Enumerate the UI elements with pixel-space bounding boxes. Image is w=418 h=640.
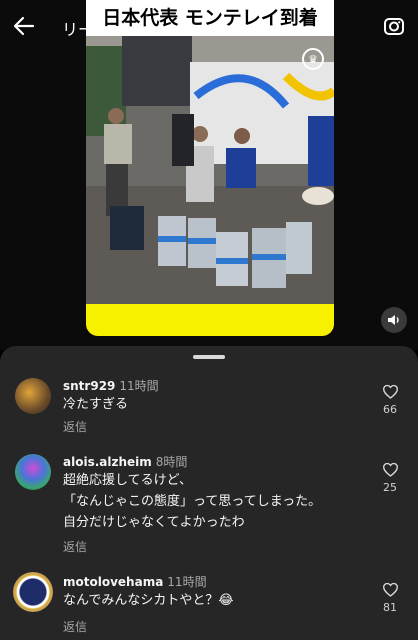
comment-text: 冷たすぎる [63,397,129,412]
video-thumbnail[interactable]: 日本代表 モンテレイ到着 ♛ [86,0,334,336]
arrow-left-icon [13,16,35,36]
like-count: 25 [383,481,397,494]
avatar[interactable] [15,454,51,490]
reply-button[interactable]: 返信 [63,418,87,435]
like-button[interactable]: 66 [378,384,402,416]
avatar[interactable] [13,572,53,612]
video-scene [86,36,334,304]
heart-icon [382,384,398,399]
reel-badge-icon: ♛ [302,48,324,70]
camera-button[interactable] [378,10,410,42]
comment-time: 11時間 [167,575,207,589]
comment-text: 超絶応援してるけど、 「なんじゃこの態度」って思ってしまった。 自分だけじゃなく… [63,473,322,530]
speaker-icon [388,315,399,325]
avatar[interactable] [15,378,51,414]
back-button[interactable] [8,10,40,42]
comment-time: 8時間 [155,455,188,469]
like-count: 66 [383,403,397,416]
comment-username[interactable]: sntr929 [63,379,115,393]
like-count: 81 [383,601,397,614]
drag-handle[interactable] [193,355,225,359]
reel-player-area: リー 日本代表 モンテレイ到着 ♛ [0,0,418,350]
like-button[interactable]: 81 [378,582,402,614]
reply-button[interactable]: 返信 [63,618,87,635]
mute-toggle[interactable] [381,307,407,333]
video-headline: 日本代表 モンテレイ到着 [86,0,334,36]
comment-text: なんでみんなシカトやと？😂 [63,593,234,608]
video-caption-bar [86,304,334,336]
heart-icon [382,462,398,477]
comment-username[interactable]: alois.alzheim [63,455,152,469]
comments-sheet: sntr929 11時間 冷たすぎる 返信 66 alois.alzheim 8時間… [0,346,418,640]
comment-time: 11時間 [119,379,159,393]
camera-icon [384,18,404,35]
comment-username[interactable]: motolovehama [63,575,163,589]
like-button[interactable]: 25 [378,462,402,494]
reply-button[interactable]: 返信 [63,538,87,555]
heart-icon [382,582,398,597]
